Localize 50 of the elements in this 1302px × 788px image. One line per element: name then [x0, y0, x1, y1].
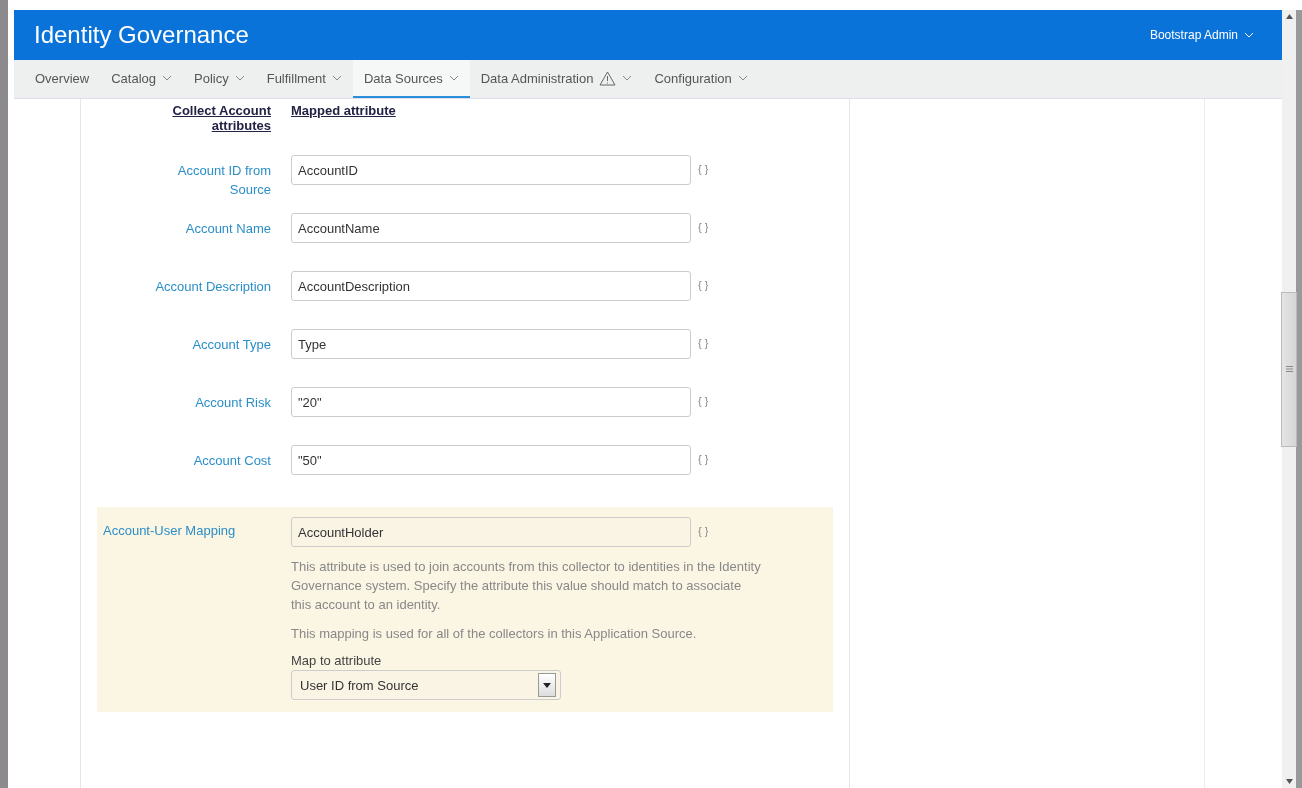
- input-field[interactable]: AccountID: [291, 155, 691, 185]
- input-field[interactable]: "50": [291, 445, 691, 475]
- grip-icon: [1285, 366, 1293, 372]
- warning-icon: [599, 70, 617, 86]
- user-menu[interactable]: Bootstrap Admin: [1149, 28, 1254, 42]
- nav-tab[interactable]: Data Administration: [469, 60, 644, 98]
- chevron-down-icon: [234, 75, 245, 81]
- input-field[interactable]: AccountName: [291, 213, 691, 243]
- chevron-down-icon: [1244, 32, 1254, 38]
- expression-button[interactable]: { }: [698, 213, 751, 233]
- scroll-thumb[interactable]: [1281, 291, 1297, 447]
- input-field[interactable]: Type: [291, 329, 691, 359]
- field-label: Account Description: [155, 278, 271, 296]
- nav-tab[interactable]: Data Sources: [352, 60, 470, 98]
- field-label: Account Risk: [195, 394, 271, 412]
- expression-button[interactable]: { }: [698, 517, 751, 547]
- nav-tab[interactable]: Overview: [24, 60, 101, 98]
- column-header: Collect Account attributes: [171, 103, 271, 133]
- column-header: Mapped attribute: [291, 103, 396, 118]
- help-text: This attribute is used to join accounts from this collector to identities in the Identity Governance system. Specify the attribute this value should match to associate this account to an identity.: [291, 558, 761, 614]
- chevron-down-icon: [448, 75, 459, 81]
- field-label: Account Cost: [193, 452, 271, 470]
- app-title: Identity Governance: [34, 21, 249, 49]
- caret-icon: [543, 682, 551, 688]
- field-label: Account-User Mapping: [102, 522, 237, 540]
- select-label: Map to attribute: [291, 653, 383, 668]
- scroll-up-icon[interactable]: [1285, 14, 1293, 19]
- chevron-down-icon: [162, 75, 172, 81]
- nav-tab[interactable]: Catalog: [100, 60, 183, 98]
- nav-tab[interactable]: Configuration: [643, 60, 759, 98]
- field-label: Account Name: [185, 220, 271, 238]
- chevron-down-icon: [622, 75, 633, 81]
- expression-button[interactable]: { }: [698, 271, 751, 291]
- chevron-down-icon: [737, 75, 748, 81]
- input-field[interactable]: "20": [291, 387, 691, 417]
- expression-button[interactable]: { }: [698, 155, 751, 175]
- field-label: Account Type: [192, 336, 271, 354]
- expression-button[interactable]: { }: [698, 329, 751, 349]
- expression-button[interactable]: { }: [698, 445, 751, 465]
- input-field[interactable]: AccountDescription: [291, 271, 691, 301]
- input-field[interactable]: AccountHolder: [291, 517, 691, 547]
- help-text: This mapping is used for all of the collectors in this Application Source.: [291, 625, 698, 643]
- nav-tab[interactable]: Policy: [183, 60, 256, 98]
- scroll-down-icon[interactable]: [1285, 779, 1293, 784]
- expression-button[interactable]: { }: [698, 387, 751, 407]
- chevron-down-icon: [331, 75, 342, 81]
- attribute-select[interactable]: User ID from Source: [291, 670, 561, 700]
- scrollbar[interactable]: [1282, 10, 1302, 788]
- field-label: Account ID from Source: [176, 162, 271, 199]
- nav-tab[interactable]: Fulfillment: [255, 60, 353, 98]
